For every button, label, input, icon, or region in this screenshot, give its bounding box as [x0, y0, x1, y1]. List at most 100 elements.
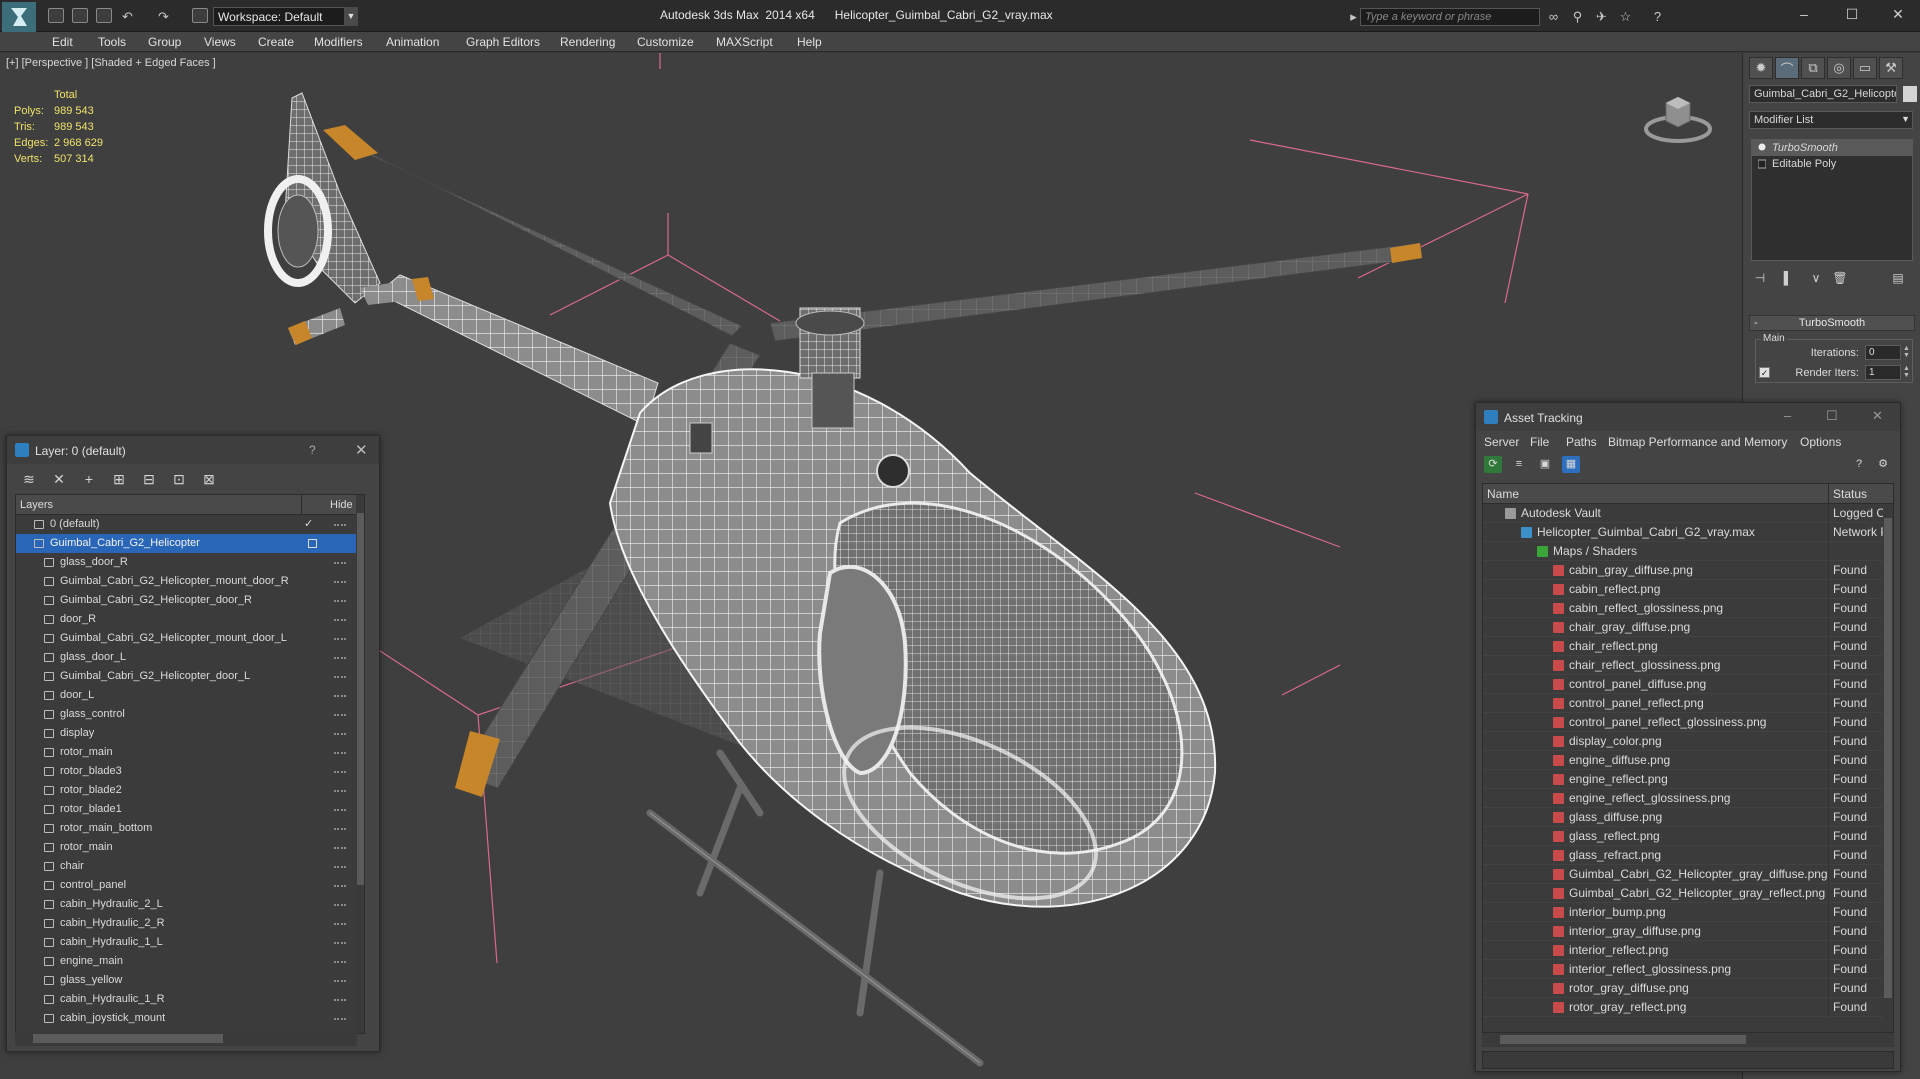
utilities-tab-icon[interactable]: ⚒ [1879, 57, 1903, 79]
chevron-right-icon[interactable]: ▸ [1346, 9, 1361, 24]
asset-horizontal-scrollbar[interactable] [1482, 1033, 1894, 1047]
configure-sets-icon[interactable]: ▤ [1889, 269, 1907, 287]
hide-toggle[interactable] [334, 790, 346, 792]
layer-row[interactable]: rotor_main_bottom [16, 819, 356, 838]
column-layers[interactable]: Layers [20, 499, 53, 511]
asset-row[interactable]: engine_reflect_glossiness.png Found [1483, 789, 1883, 808]
layer-row[interactable]: Guimbal_Cabri_G2_Helicopter_door_L [16, 667, 356, 686]
minimize-button[interactable]: – [1784, 408, 1791, 423]
hide-toggle[interactable] [334, 980, 346, 982]
render-iters-input[interactable]: 1 [1865, 365, 1901, 380]
asset-row[interactable]: control_panel_reflect.png Found [1483, 694, 1883, 713]
search-input[interactable]: Type a keyword or phrase [1360, 8, 1540, 26]
layer-row[interactable]: cabin_Hydraulic_1_R [16, 990, 356, 1009]
asset-row[interactable]: chair_reflect_glossiness.png Found [1483, 656, 1883, 675]
spinner-arrows-icon[interactable]: ▲ ▼ [1903, 365, 1911, 380]
layer-row[interactable]: door_L [16, 686, 356, 705]
settings-icon[interactable]: ⚙ [1874, 456, 1892, 473]
highlight-layer-icon[interactable]: ⊡ [169, 470, 189, 488]
menu-maxscript[interactable]: MAXScript [716, 35, 773, 49]
hide-toggle[interactable] [334, 866, 346, 868]
asset-row[interactable]: interior_bump.png Found [1483, 903, 1883, 922]
menu-file[interactable]: File [1530, 435, 1549, 449]
hide-toggle[interactable] [334, 695, 346, 697]
menu-options[interactable]: Options [1800, 435, 1841, 449]
layer-row[interactable]: glass_yellow [16, 971, 356, 990]
list-view-icon[interactable]: ≡ [1510, 456, 1528, 473]
layer-vertical-scrollbar[interactable] [356, 495, 364, 1033]
hide-toggle[interactable] [334, 961, 346, 963]
layers-icon[interactable]: ≋ [19, 470, 39, 488]
layer-row[interactable]: rotor_blade1 [16, 800, 356, 819]
menu-edit[interactable]: Edit [52, 35, 73, 49]
hide-toggle[interactable] [334, 752, 346, 754]
layer-row[interactable]: cabin_joystick_mount [16, 1009, 356, 1028]
close-icon[interactable]: ✕ [1872, 408, 1883, 424]
show-end-result-icon[interactable]: ▌ [1779, 269, 1797, 287]
help-icon[interactable]: ? [1650, 9, 1665, 24]
binoculars-icon[interactable]: ∞ [1546, 9, 1561, 24]
workspace-select[interactable]: Workspace: Default [213, 7, 357, 26]
asset-tracking-titlebar[interactable]: Asset Tracking – ☐ ✕ [1476, 403, 1900, 431]
asset-row[interactable]: control_panel_diffuse.png Found [1483, 675, 1883, 694]
lightbulb-icon[interactable] [1758, 143, 1766, 153]
layer-row[interactable]: rotor_blade2 [16, 781, 356, 800]
menu-tools[interactable]: Tools [98, 35, 126, 49]
asset-vertical-scrollbar[interactable] [1883, 504, 1893, 1032]
object-name-field[interactable]: Guimbal_Cabri_G2_Helicopter [1749, 85, 1897, 103]
hide-toggle[interactable] [334, 600, 346, 602]
layer-color-box[interactable] [308, 539, 317, 548]
menu-create[interactable]: Create [258, 35, 294, 49]
menu-paths[interactable]: Paths [1566, 435, 1597, 449]
hide-toggle[interactable] [334, 1018, 346, 1020]
undo-icon[interactable]: ↶ [120, 9, 135, 24]
active-layer-check-icon[interactable]: ✓ [304, 515, 313, 534]
render-iters-checkbox[interactable]: ✓ [1759, 367, 1770, 378]
object-color-swatch[interactable] [1903, 86, 1917, 102]
add-to-layer-icon[interactable]: ⊞ [109, 470, 129, 488]
layer-row[interactable]: glass_door_L [16, 648, 356, 667]
asset-row[interactable]: display_color.png Found [1483, 732, 1883, 751]
hide-toggle[interactable] [334, 714, 346, 716]
create-tab-icon[interactable]: ✹ [1749, 57, 1773, 79]
menu-bitmap-performance[interactable]: Bitmap Performance and Memory [1608, 435, 1787, 449]
remove-modifier-icon[interactable]: 🗑 [1831, 269, 1849, 287]
layer-row[interactable]: chair [16, 857, 356, 876]
layer-row[interactable]: Guimbal_Cabri_G2_Helicopter_mount_door_L [16, 629, 356, 648]
column-status[interactable]: Status [1833, 487, 1867, 501]
asset-row[interactable]: chair_gray_diffuse.png Found [1483, 618, 1883, 637]
save-file-icon[interactable] [96, 8, 112, 23]
hide-toggle[interactable] [334, 828, 346, 830]
stack-item-turbosmooth[interactable]: TurboSmooth [1752, 140, 1912, 156]
turbosmooth-rollout-header[interactable]: - TurboSmooth [1749, 315, 1915, 331]
help-icon[interactable]: ? [1850, 456, 1868, 473]
hide-all-layers-icon[interactable]: ⊠ [199, 470, 219, 488]
layer-row[interactable]: door_R [16, 610, 356, 629]
asset-row[interactable]: Maps / Shaders [1483, 542, 1883, 561]
maximize-button[interactable]: ☐ [1838, 4, 1866, 24]
chevron-down-icon[interactable]: ▼ [344, 7, 358, 26]
layer-row[interactable]: rotor_blade3 [16, 762, 356, 781]
render-iters-spinner[interactable]: ✓ Render Iters: 1 ▲ ▼ [1755, 365, 1913, 381]
layer-row[interactable]: cabin_Hydraulic_1_L [16, 933, 356, 952]
menu-graph-editors[interactable]: Graph Editors [466, 35, 540, 49]
hide-toggle[interactable] [334, 999, 346, 1001]
hide-toggle[interactable] [334, 771, 346, 773]
display-tab-icon[interactable]: ▭ [1853, 57, 1877, 79]
asset-row[interactable]: glass_reflect.png Found [1483, 827, 1883, 846]
asset-row[interactable]: cabin_reflect_glossiness.png Found [1483, 599, 1883, 618]
detail-view-icon[interactable]: ▣ [1536, 456, 1554, 473]
motion-tab-icon[interactable]: ◎ [1827, 57, 1851, 79]
hide-toggle[interactable] [334, 657, 346, 659]
asset-row[interactable]: interior_gray_diffuse.png Found [1483, 922, 1883, 941]
layer-row[interactable]: rotor_main [16, 743, 356, 762]
layer-row[interactable]: glass_control [16, 705, 356, 724]
new-file-icon[interactable] [48, 8, 64, 23]
hide-toggle[interactable] [334, 524, 346, 526]
hide-toggle[interactable] [334, 619, 346, 621]
layer-row[interactable]: rotor_main [16, 838, 356, 857]
asset-row[interactable]: rotor_gray_diffuse.png Found [1483, 979, 1883, 998]
make-unique-icon[interactable]: ∨ [1807, 269, 1825, 287]
viewcube-icon[interactable] [1642, 85, 1714, 145]
communication-center-icon[interactable]: ✈ [1594, 9, 1609, 24]
